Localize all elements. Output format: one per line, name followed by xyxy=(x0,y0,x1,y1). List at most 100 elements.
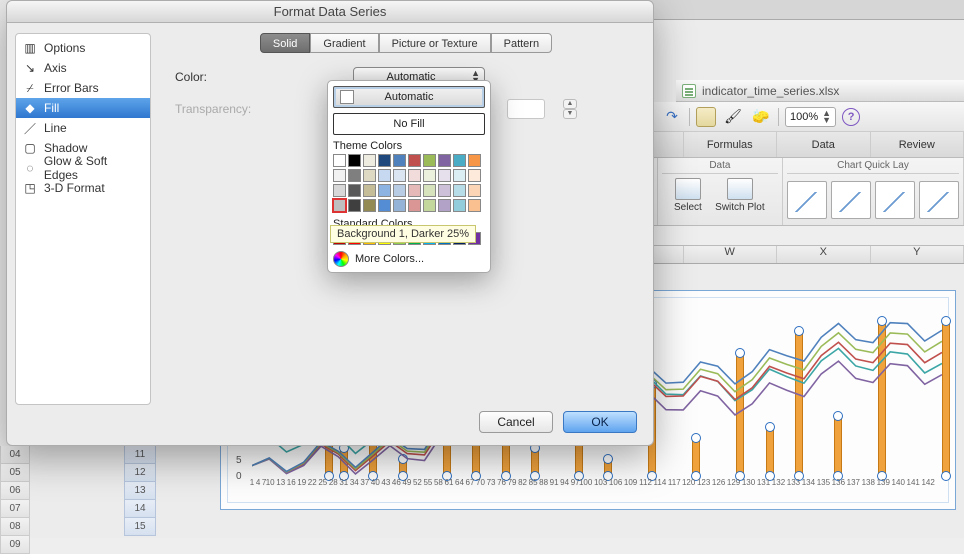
col-header[interactable]: W xyxy=(684,246,778,263)
col-header[interactable]: X xyxy=(777,246,871,263)
color-swatch[interactable] xyxy=(408,199,421,212)
select-data-button[interactable]: Select xyxy=(670,178,706,222)
row-header[interactable]: 12 xyxy=(124,464,156,482)
color-swatch[interactable] xyxy=(378,154,391,167)
color-swatch[interactable] xyxy=(423,169,436,182)
clipboard-icon[interactable] xyxy=(696,107,716,127)
color-swatch[interactable] xyxy=(438,184,451,197)
no-fill-button[interactable]: No Fill xyxy=(333,113,485,135)
ribbon-group-quicklayout: Chart Quick Lay xyxy=(783,158,964,225)
sidebar-item-error-bars[interactable]: ⌿Error Bars xyxy=(16,78,150,98)
x-tick-label: 46 xyxy=(392,478,401,498)
more-colors-label: More Colors... xyxy=(355,253,424,265)
color-swatch[interactable] xyxy=(438,154,451,167)
color-swatch[interactable] xyxy=(348,154,361,167)
x-tick-label: 88 xyxy=(539,478,548,498)
clear-icon[interactable]: 🧽 xyxy=(750,107,772,127)
color-swatch[interactable] xyxy=(453,184,466,197)
switch-plot-button[interactable]: Switch Plot xyxy=(710,178,770,222)
color-swatch[interactable] xyxy=(363,199,376,212)
bar[interactable] xyxy=(942,319,950,478)
sidebar-item-axis[interactable]: ↘Axis xyxy=(16,58,150,78)
chart-layout-thumb[interactable] xyxy=(875,181,915,219)
color-tooltip: Background 1, Darker 25% xyxy=(330,225,476,243)
color-swatch[interactable] xyxy=(468,184,481,197)
row-header[interactable]: 05 xyxy=(0,464,30,482)
chart-layout-thumb[interactable] xyxy=(787,181,827,219)
document-icon xyxy=(682,84,696,98)
color-swatch[interactable] xyxy=(348,184,361,197)
color-swatch[interactable] xyxy=(378,184,391,197)
color-swatch[interactable] xyxy=(408,184,421,197)
color-swatch[interactable] xyxy=(468,199,481,212)
color-swatch[interactable] xyxy=(333,184,346,197)
help-icon[interactable]: ? xyxy=(842,108,860,126)
color-swatch[interactable] xyxy=(438,199,451,212)
color-swatch[interactable] xyxy=(468,169,481,182)
color-swatch[interactable] xyxy=(393,184,406,197)
color-swatch[interactable] xyxy=(453,169,466,182)
transparency-stepper[interactable]: ▲▼ xyxy=(563,99,577,119)
color-swatch[interactable] xyxy=(468,154,481,167)
format-painter-icon[interactable]: 🖌 xyxy=(722,107,744,127)
color-swatch[interactable] xyxy=(333,199,346,212)
color-swatch[interactable] xyxy=(423,184,436,197)
row-header[interactable]: 08 xyxy=(0,518,30,536)
cancel-button[interactable]: Cancel xyxy=(479,411,553,433)
tab-gradient[interactable]: Gradient xyxy=(310,33,378,53)
stepper-icon[interactable]: ▲▼ xyxy=(822,110,831,124)
chart-layout-thumb[interactable] xyxy=(831,181,871,219)
ribbon-tab-formulas[interactable]: Formulas xyxy=(684,132,778,157)
color-swatch[interactable] xyxy=(378,199,391,212)
color-label: Color: xyxy=(175,70,265,84)
more-colors-button[interactable]: More Colors... xyxy=(333,251,485,267)
row-header[interactable]: 04 xyxy=(0,446,30,464)
color-swatch[interactable] xyxy=(423,199,436,212)
color-swatch[interactable] xyxy=(453,154,466,167)
color-swatch[interactable] xyxy=(363,154,376,167)
chart-layout-thumb[interactable] xyxy=(919,181,959,219)
row-header[interactable]: 15 xyxy=(124,518,156,536)
transparency-input[interactable] xyxy=(507,99,545,119)
row-header[interactable]: 14 xyxy=(124,500,156,518)
ribbon-tab-review[interactable]: Review xyxy=(871,132,964,157)
tab-pattern[interactable]: Pattern xyxy=(491,33,552,53)
color-swatch[interactable] xyxy=(393,199,406,212)
row-header[interactable]: 13 xyxy=(124,482,156,500)
sidebar-item-line[interactable]: ／Line xyxy=(16,118,150,138)
x-tick-label: 34 xyxy=(350,478,359,498)
sidebar-item-fill[interactable]: ◆Fill xyxy=(16,98,150,118)
color-swatch[interactable] xyxy=(393,154,406,167)
color-swatch[interactable] xyxy=(363,184,376,197)
ribbon-tab-data[interactable]: Data xyxy=(777,132,871,157)
color-swatch[interactable] xyxy=(408,154,421,167)
sidebar-item-icon: ⌿ xyxy=(22,81,38,95)
color-swatch[interactable] xyxy=(393,169,406,182)
x-tick-label: 132 xyxy=(772,478,785,498)
color-swatch[interactable] xyxy=(378,169,391,182)
theme-colors-label: Theme Colors xyxy=(333,140,485,152)
ok-button[interactable]: OK xyxy=(563,411,637,433)
sidebar-item-icon: ◌ xyxy=(22,161,38,175)
sidebar-item-glow-soft-edges[interactable]: ◌Glow & Soft Edges xyxy=(16,158,150,178)
tab-picture[interactable]: Picture or Texture xyxy=(379,33,491,53)
color-swatch[interactable] xyxy=(333,154,346,167)
color-swatch[interactable] xyxy=(348,199,361,212)
col-header[interactable]: Y xyxy=(871,246,964,263)
color-swatch[interactable] xyxy=(348,169,361,182)
color-swatch[interactable] xyxy=(333,169,346,182)
color-swatch[interactable] xyxy=(363,169,376,182)
redo-icon[interactable]: ↷ xyxy=(661,108,683,126)
color-swatch[interactable] xyxy=(438,169,451,182)
row-header[interactable]: 09 xyxy=(0,536,30,554)
row-header[interactable]: 07 xyxy=(0,500,30,518)
row-header[interactable]: 06 xyxy=(0,482,30,500)
color-swatch[interactable] xyxy=(453,199,466,212)
sidebar-item-options[interactable]: ▥Options xyxy=(16,38,150,58)
color-swatch[interactable] xyxy=(408,169,421,182)
color-swatch[interactable] xyxy=(423,154,436,167)
tab-solid[interactable]: Solid xyxy=(260,33,310,53)
row-header[interactable]: 11 xyxy=(124,446,156,464)
automatic-color-button[interactable]: Automatic xyxy=(333,86,485,108)
zoom-control[interactable]: 100% ▲▼ xyxy=(785,107,836,127)
